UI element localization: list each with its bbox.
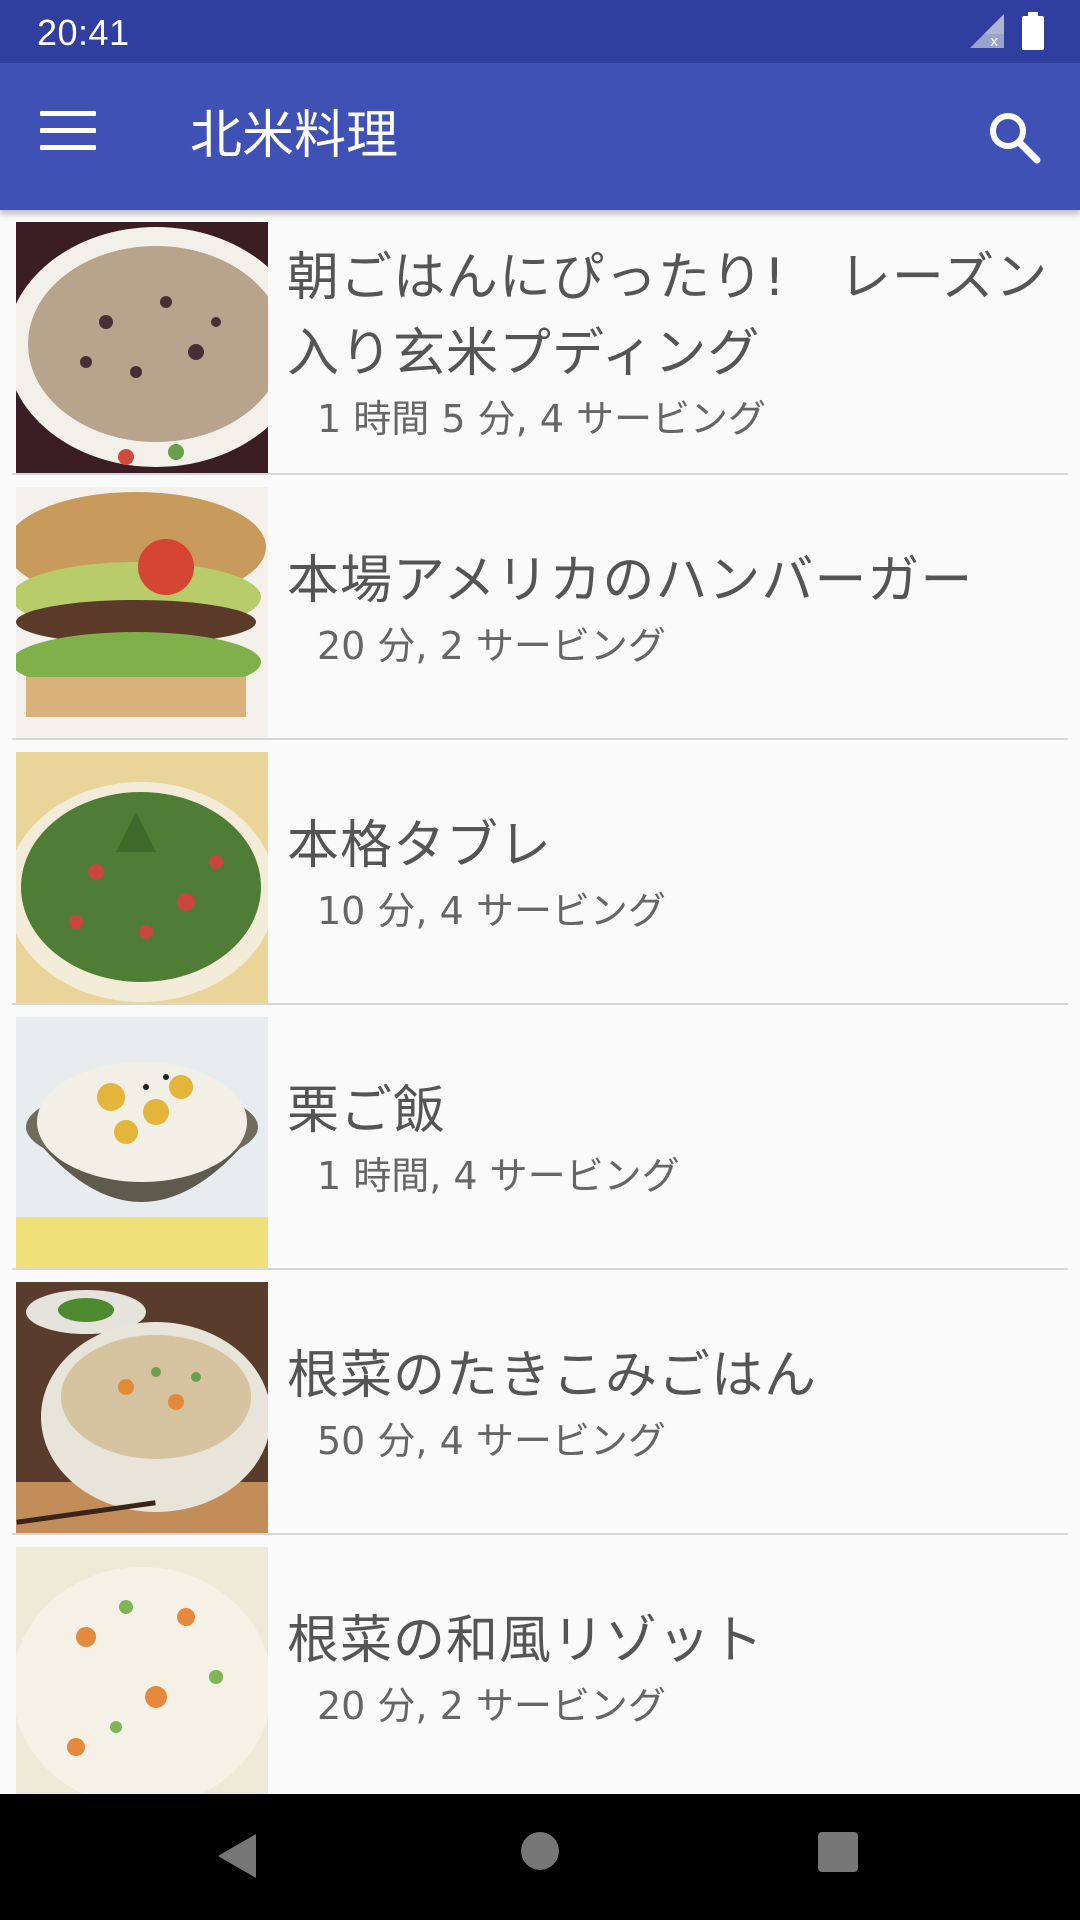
signal-off-icon: x [970,14,1004,48]
recipe-title: 朝ごはんにぴったり! レーズン入り玄米プディング [287,247,1049,384]
recipe-thumbnail [16,222,268,474]
hamburger-menu-icon[interactable] [40,111,96,161]
back-icon[interactable] [218,1834,258,1878]
recipe-title: 本格タブレ [287,815,553,876]
search-icon[interactable] [985,108,1045,168]
recent-apps-icon[interactable] [818,1832,858,1872]
recipe-item[interactable]: 栗ご飯 1 時間, 4 サービング [0,1005,1080,1270]
svg-text:x: x [990,34,998,48]
recipe-thumbnail [16,1282,268,1534]
recipe-meta: 1 時間, 4 サービング [317,1153,680,1198]
recipe-meta: 20 分, 2 サービング [317,623,666,668]
recipe-item[interactable]: 根菜の和風リゾット 20 分, 2 サービング [0,1535,1080,1794]
navigation-bar [0,1794,1080,1920]
status-bar: 20:41 x [0,0,1080,63]
recipe-thumbnail [16,487,268,739]
recipe-item[interactable]: 朝ごはんにぴったり! レーズン入り玄米プディング 1 時間 5 分, 4 サービ… [0,210,1080,475]
recipe-meta: 50 分, 4 サービング [317,1418,666,1463]
page-title: 北米料理 [190,106,399,166]
recipe-title: 根菜のたきこみごはん [287,1345,818,1406]
recipe-item[interactable]: 本場アメリカのハンバーガー 20 分, 2 サービング [0,475,1080,740]
recipe-meta: 10 分, 4 サービング [317,888,666,933]
status-icons: x [970,12,1044,50]
recipe-list[interactable]: 朝ごはんにぴったり! レーズン入り玄米プディング 1 時間 5 分, 4 サービ… [0,210,1080,1794]
recipe-title: 本場アメリカのハンバーガー [287,550,974,611]
recipe-meta: 20 分, 2 サービング [317,1683,666,1728]
recipe-item[interactable]: 根菜のたきこみごはん 50 分, 4 サービング [0,1270,1080,1535]
recipe-thumbnail [16,752,268,1004]
recipe-title: 栗ご飯 [287,1080,447,1141]
recipe-item[interactable]: 本格タブレ 10 分, 4 サービング [0,740,1080,1005]
status-time: 20:41 [37,12,130,53]
recipe-title: 根菜の和風リゾット [287,1610,765,1671]
home-icon[interactable] [521,1832,559,1870]
recipe-meta: 1 時間 5 分, 4 サービング [317,396,767,441]
battery-icon [1022,12,1044,50]
recipe-thumbnail [16,1547,268,1794]
app-bar: 北米料理 [0,63,1080,210]
recipe-thumbnail [16,1017,268,1269]
